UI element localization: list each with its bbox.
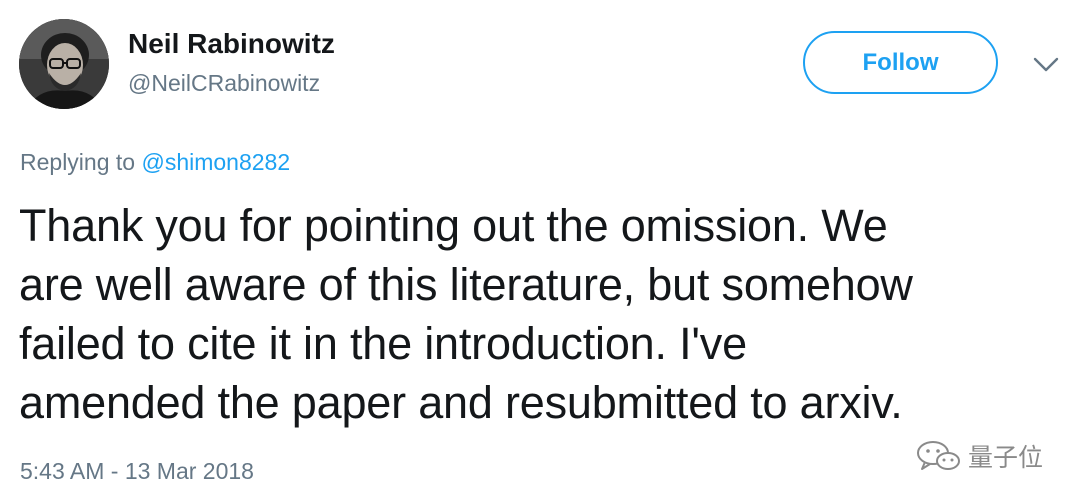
replying-mention-link[interactable]: @shimon8282: [141, 149, 290, 175]
watermark: 量子位: [916, 436, 1043, 476]
watermark-text: 量子位: [968, 443, 1044, 472]
follow-button[interactable]: Follow: [803, 31, 998, 94]
tweet-text-line: are well aware of this literature, but s…: [19, 259, 913, 310]
replying-to: Replying to @shimon8282: [20, 149, 290, 176]
tweet-timestamp[interactable]: 5:43 AM - 13 Mar 2018: [20, 458, 254, 485]
avatar-portrait-icon: [19, 19, 109, 109]
chevron-down-icon[interactable]: [1030, 52, 1062, 76]
tweet-text-line: Thank you for pointing out the omission.…: [19, 200, 888, 251]
tweet-text: Thank you for pointing out the omission.…: [19, 196, 1069, 432]
avatar[interactable]: [19, 19, 109, 109]
author-display-name[interactable]: Neil Rabinowitz: [128, 28, 335, 60]
author-handle[interactable]: @NeilCRabinowitz: [128, 70, 320, 97]
wechat-icon: [917, 441, 960, 470]
tweet-text-line: amended the paper and resubmitted to arx…: [19, 377, 903, 428]
tweet-text-line: failed to cite it in the introduction. I…: [19, 318, 747, 369]
tweet-card: Neil Rabinowitz @NeilCRabinowitz Follow …: [0, 0, 1080, 503]
replying-prefix: Replying to: [20, 149, 142, 175]
